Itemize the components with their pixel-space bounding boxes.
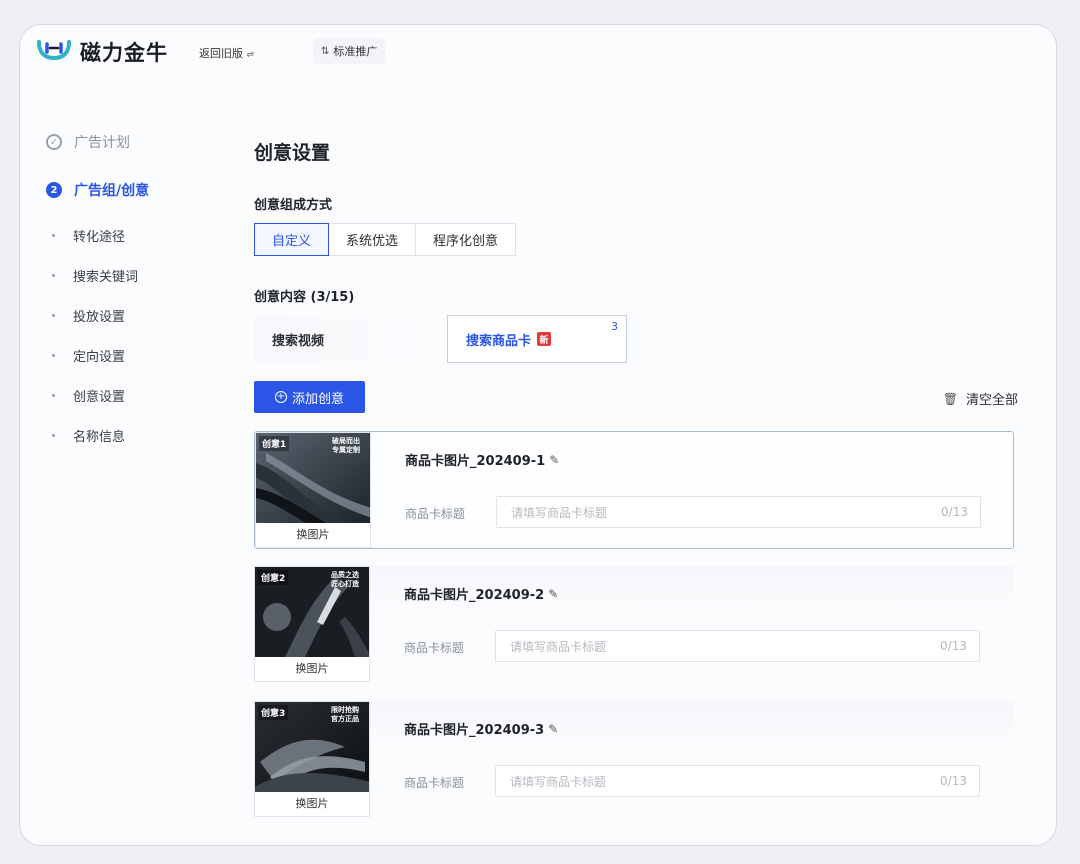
main-content: 创意设置 创意组成方式 自定义 系统优选 程序化创意 创意内容 (3/15) 搜… xyxy=(254,25,1034,845)
sidebar-item-label: 搜索关键词 xyxy=(73,270,139,285)
sidebar-item-name-info[interactable]: 名称信息 xyxy=(52,426,125,445)
old-version-link[interactable]: 返回旧版 ⇌ xyxy=(199,45,254,61)
card-title-label: 商品卡标题 xyxy=(404,641,465,655)
old-version-label: 返回旧版 xyxy=(199,47,243,60)
sidebar-item-label: 名称信息 xyxy=(73,430,126,445)
brand-logo[interactable]: 磁力金牛 xyxy=(36,37,168,67)
creative-thumbnail[interactable]: 创意2 品质之选 匠心打造 换图片 xyxy=(254,566,370,682)
creative-title-text: 商品卡图片_202409-2 xyxy=(404,588,545,603)
change-image-button[interactable]: 换图片 xyxy=(255,790,369,816)
new-badge: 新 xyxy=(537,332,552,346)
bullet-dot xyxy=(52,274,55,277)
card-title-label: 商品卡标题 xyxy=(404,776,465,790)
creative-number-badge: 创意3 xyxy=(258,705,289,720)
creative-thumbnail[interactable]: 创意3 限时抢购 官方正品 换图片 xyxy=(254,701,370,817)
tab-search-video-label: 搜索视频 xyxy=(272,333,325,349)
sidebar-item-label: 投放设置 xyxy=(73,310,126,325)
creative-title: 商品卡图片_202409-1 ✎ xyxy=(405,450,559,470)
clear-all-button[interactable]: 🗑 清空全部 xyxy=(942,389,1018,409)
sidebar-item-targeting-settings[interactable]: 定向设置 xyxy=(52,346,125,365)
bullet-dot xyxy=(52,394,55,397)
pencil-icon[interactable]: ✎ xyxy=(548,722,558,736)
composition-label: 创意组成方式 xyxy=(254,198,333,213)
creative-card[interactable]: 创意1 破局而出 专属定制 换图片 商品卡图片_202409-1 ✎ 商品卡标题… xyxy=(254,431,1014,549)
sidebar-item-label: 创意设置 xyxy=(73,390,126,405)
creative-number-badge: 创意2 xyxy=(258,570,289,585)
card-title-input[interactable]: 请填写商品卡标题 0/13 xyxy=(496,496,981,528)
plus-circle-icon: + xyxy=(274,391,287,403)
input-placeholder: 请填写商品卡标题 xyxy=(510,639,607,654)
brand-name: 磁力金牛 xyxy=(80,41,168,65)
creative-thumbnail[interactable]: 创意1 破局而出 专属定制 换图片 xyxy=(255,432,371,548)
card-title-input[interactable]: 请填写商品卡标题 0/13 xyxy=(495,630,980,662)
input-placeholder: 请填写商品卡标题 xyxy=(511,505,608,520)
creative-title-text: 商品卡图片_202409-3 xyxy=(404,723,545,738)
card-title-label: 商品卡标题 xyxy=(405,507,466,521)
option-programmatic[interactable]: 程序化创意 xyxy=(416,223,517,256)
bullet-dot xyxy=(52,314,55,317)
creative-title: 商品卡图片_202409-2 ✎ xyxy=(404,584,558,604)
step-2-label: 广告组/创意 xyxy=(74,183,150,199)
step-2-number: 2 xyxy=(46,182,62,198)
change-image-button[interactable]: 换图片 xyxy=(255,655,369,681)
tab-search-product-card-label: 搜索商品卡 xyxy=(466,333,532,349)
sidebar-item-label: 转化途径 xyxy=(73,230,126,245)
step-ad-group-creative[interactable]: 2 广告组/创意 xyxy=(46,180,149,200)
pencil-icon[interactable]: ✎ xyxy=(549,453,559,467)
page-title: 创意设置 xyxy=(254,142,331,164)
bullet-dot xyxy=(52,354,55,357)
tab-search-product-card[interactable]: 搜索商品卡 新 3 xyxy=(447,315,627,363)
creative-title: 商品卡图片_202409-3 ✎ xyxy=(404,719,558,739)
creative-card[interactable]: 创意2 品质之选 匠心打造 换图片 商品卡图片_202409-2 ✎ 商品卡标题… xyxy=(254,566,1014,684)
sidebar-item-delivery-settings[interactable]: 投放设置 xyxy=(52,306,125,325)
option-custom[interactable]: 自定义 xyxy=(254,223,330,256)
card-title-input[interactable]: 请填写商品卡标题 0/13 xyxy=(495,765,980,797)
step-ad-plan[interactable]: ✓ 广告计划 xyxy=(46,132,130,152)
char-counter: 0/13 xyxy=(940,639,967,653)
char-counter: 0/13 xyxy=(940,774,967,788)
creative-card[interactable]: 创意3 限时抢购 官方正品 换图片 商品卡图片_202409-3 ✎ 商品卡标题… xyxy=(254,701,1014,819)
clear-all-label: 清空全部 xyxy=(965,393,1018,408)
creative-overlay-text: 限时抢购 官方正品 xyxy=(331,706,359,723)
input-placeholder: 请填写商品卡标题 xyxy=(510,774,607,789)
sidebar-item-label: 定向设置 xyxy=(73,350,126,365)
creative-title-text: 商品卡图片_202409-1 xyxy=(405,454,546,469)
creative-overlay-text: 破局而出 专属定制 xyxy=(332,437,360,454)
change-image-button[interactable]: 换图片 xyxy=(256,521,370,547)
option-system-optimized[interactable]: 系统优选 xyxy=(329,223,417,256)
creative-content-label: 创意内容 (3/15) xyxy=(254,290,355,305)
add-creative-button[interactable]: + 添加创意 xyxy=(254,381,365,413)
creative-number-badge: 创意1 xyxy=(259,436,290,451)
app-window: 磁力金牛 返回旧版 ⇌ ⇅ 标准推广 ✓ 广告计划 2 广告组/创意 转化途径 … xyxy=(19,24,1057,846)
bullet-dot xyxy=(52,234,55,237)
composition-segmented-control: 自定义 系统优选 程序化创意 xyxy=(254,223,517,256)
step-1-label: 广告计划 xyxy=(74,135,130,151)
step-1-marker: ✓ xyxy=(46,134,62,150)
char-counter: 0/13 xyxy=(941,505,968,519)
tab-search-video[interactable]: 搜索视频 xyxy=(254,315,434,363)
add-creative-label: 添加创意 xyxy=(291,391,344,407)
sidebar-item-creative-settings[interactable]: 创意设置 xyxy=(52,386,125,405)
sidebar-item-conversion-path[interactable]: 转化途径 xyxy=(52,226,125,245)
pencil-icon[interactable]: ✎ xyxy=(548,587,558,601)
trash-icon: 🗑 xyxy=(942,391,958,406)
switch-icon: ⇌ xyxy=(246,50,255,60)
tab-count-badge: 3 xyxy=(611,320,618,333)
bullet-dot xyxy=(52,434,55,437)
sidebar-item-search-keywords[interactable]: 搜索关键词 xyxy=(52,266,138,285)
magnet-logo-icon xyxy=(37,40,71,61)
creative-overlay-text: 品质之选 匠心打造 xyxy=(331,571,359,588)
